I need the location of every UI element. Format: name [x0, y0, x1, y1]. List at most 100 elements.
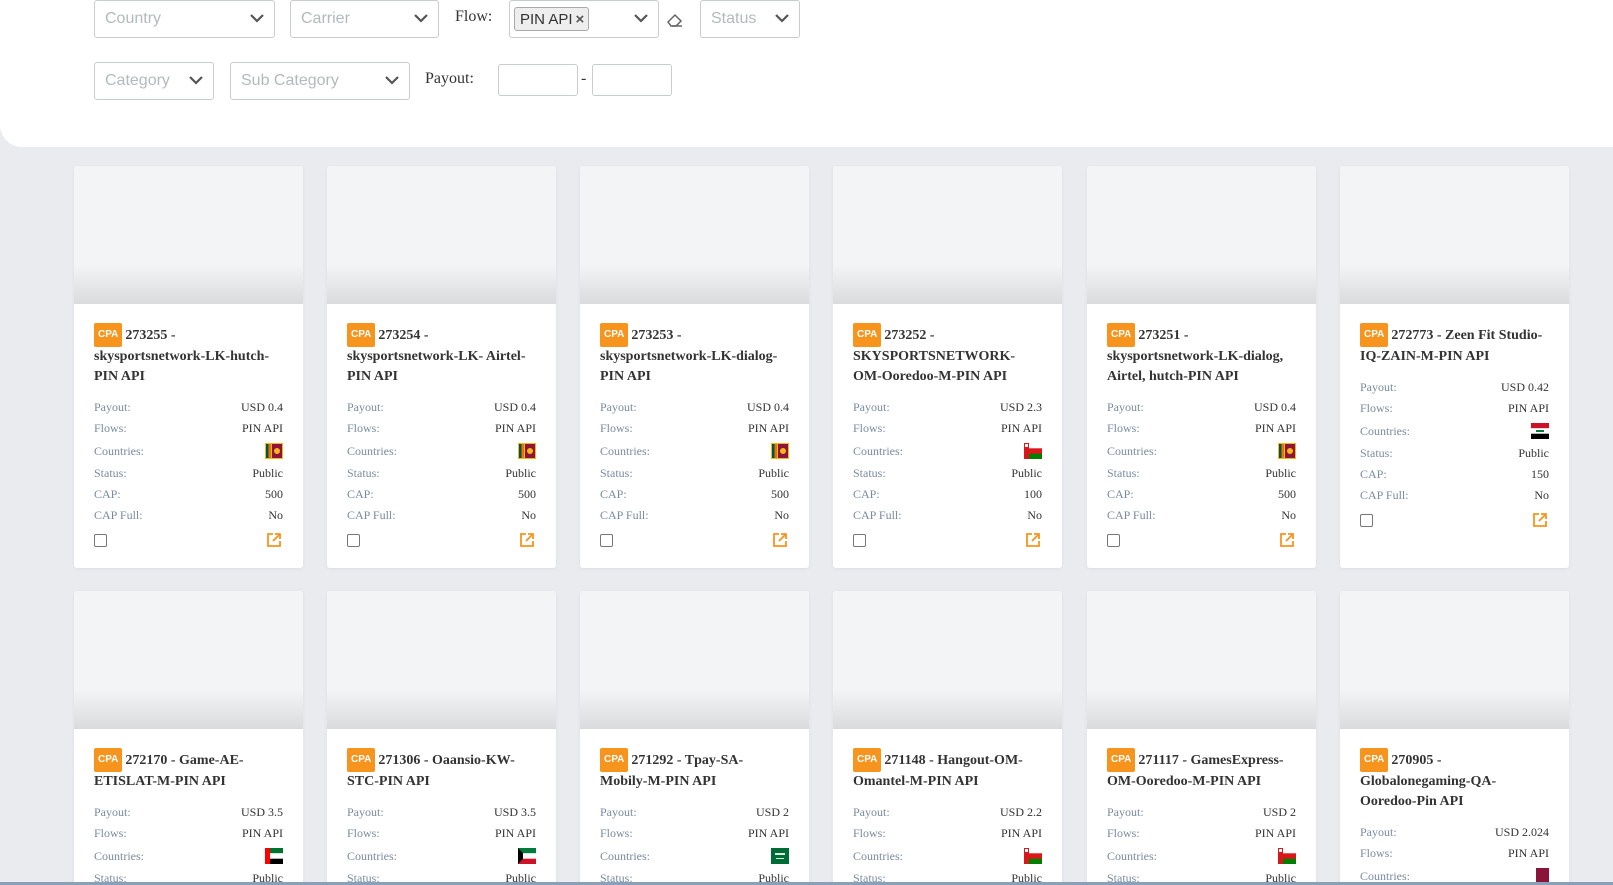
offer-row-value: PIN API [747, 826, 789, 840]
chevron-down-icon [414, 14, 428, 23]
offer-details: Payout: USD 2.3 Flows: PIN API Countries: Sta… [853, 397, 1042, 526]
offer-row-value: 500 [518, 487, 536, 501]
offer-title[interactable]: CPA 272773 - Zeen Fit Studio-IQ-ZAIN-M-PI… [1360, 323, 1549, 367]
offer-body: CPA 273252 - SKYSPORTSNETWORK-OM-Ooredoo-… [833, 304, 1062, 550]
uae-flag [265, 848, 283, 864]
offer-row-value: USD 0.4 [746, 400, 789, 414]
offer-thumbnail [1087, 591, 1316, 729]
offer-row-countries: Countries: [1107, 439, 1296, 463]
subcategory-select-placeholder: Sub Category [241, 72, 339, 89]
offer-row-label: CAP: [1360, 467, 1387, 481]
chevron-down-icon [775, 14, 789, 23]
offer-title[interactable]: CPA 273253 - skysportsnetwork-LK-dialog-P… [600, 323, 789, 387]
offer-title[interactable]: CPA 272170 - Game-AE-ETISLAT-M-PIN API [94, 748, 283, 792]
offer-row-status: Status: Public [853, 463, 1042, 484]
external-link-icon[interactable] [1024, 531, 1042, 549]
offer-row-cap-full: CAP Full: No [1107, 505, 1296, 526]
eraser-icon[interactable] [665, 9, 685, 29]
offer-card[interactable]: CPA 270905 - Globalonegaming-QA-Ooredoo-P… [1340, 591, 1569, 885]
offer-title[interactable]: CPA 273254 - skysportsnetwork-LK- Airtel-… [347, 323, 536, 387]
offer-row-label: Flows: [1107, 826, 1140, 840]
chevron-down-icon [385, 76, 399, 85]
offer-row-value: USD 0.4 [240, 400, 283, 414]
offer-title[interactable]: CPA 271148 - Hangout-OM-Omantel-M-PIN API [853, 748, 1042, 792]
offer-card[interactable]: CPA 272170 - Game-AE-ETISLAT-M-PIN API Pay… [74, 591, 303, 885]
offer-card[interactable]: CPA 271292 - Tpay-SA-Mobily-M-PIN API Payo… [580, 591, 809, 885]
offer-row-label: Flows: [347, 826, 380, 840]
offer-row-cap-full: CAP Full: No [347, 505, 536, 526]
select-checkbox[interactable] [1107, 533, 1120, 547]
offer-thumbnail [74, 166, 303, 304]
carrier-select[interactable]: Carrier [290, 0, 439, 38]
offer-row-value: No [1534, 488, 1549, 502]
external-link-icon[interactable] [1278, 531, 1296, 549]
offer-title[interactable]: CPA 271117 - GamesExpress-OM-Ooredoo-M-PI… [1107, 748, 1296, 792]
remove-tag-icon[interactable]: × [576, 11, 585, 28]
offer-card[interactable]: CPA 271117 - GamesExpress-OM-Ooredoo-M-PI… [1087, 591, 1316, 885]
offer-card[interactable]: CPA 272773 - Zeen Fit Studio-IQ-ZAIN-M-PI… [1340, 166, 1569, 568]
subcategory-select[interactable]: Sub Category [230, 62, 410, 100]
offer-card[interactable]: CPA 273251 - skysportsnetwork-LK-dialog, … [1087, 166, 1316, 568]
offer-row-label: Countries: [600, 443, 650, 458]
offer-row-value: PIN API [241, 421, 283, 435]
offer-row-value: Public [1265, 466, 1296, 480]
offer-title[interactable]: CPA 270905 - Globalonegaming-QA-Ooredoo-P… [1360, 748, 1549, 812]
offer-row-value: No [521, 508, 536, 522]
select-checkbox[interactable] [1360, 513, 1373, 527]
offer-thumbnail [833, 591, 1062, 729]
select-checkbox[interactable] [94, 533, 107, 547]
category-select[interactable]: Category [94, 62, 214, 100]
offer-row-value: No [774, 508, 789, 522]
select-checkbox[interactable] [600, 533, 613, 547]
offer-row-label: Status: [347, 466, 380, 480]
offer-row-label: Countries: [94, 848, 144, 863]
flow-multiselect[interactable]: PIN API × [509, 0, 659, 38]
offer-row-label: Payout: [600, 400, 637, 414]
offer-row-cap: CAP: 100 [853, 484, 1042, 505]
offer-title[interactable]: CPA 271306 - Oaansio-KW-STC-PIN API [347, 748, 536, 792]
offer-body: CPA 271292 - Tpay-SA-Mobily-M-PIN API Payo… [580, 729, 809, 885]
select-checkbox[interactable] [347, 533, 360, 547]
sri-lanka-flag [518, 443, 536, 459]
offer-row-label: Flows: [1360, 401, 1393, 415]
offer-row-payout: Payout: USD 3.5 [347, 802, 536, 823]
offer-row-cap-full: CAP Full: No [94, 505, 283, 526]
offer-row-label: Flows: [853, 826, 886, 840]
offer-row-countries: Countries: [347, 439, 536, 463]
select-checkbox[interactable] [853, 533, 866, 547]
payout-min-input[interactable] [498, 64, 578, 96]
offer-row-value: Public [252, 466, 283, 480]
external-link-icon[interactable] [518, 531, 536, 549]
offer-card[interactable]: CPA 273253 - skysportsnetwork-LK-dialog-P… [580, 166, 809, 568]
offer-card[interactable]: CPA 273255 - skysportsnetwork-LK-hutch-PI… [74, 166, 303, 568]
offer-row-value: Public [1011, 466, 1042, 480]
cpa-badge: CPA [853, 748, 882, 772]
offer-row-label: CAP Full: [347, 508, 396, 522]
offer-row-cap: CAP: 150 [1360, 464, 1549, 485]
offer-card[interactable]: CPA 273252 - SKYSPORTSNETWORK-OM-Ooredoo-… [833, 166, 1062, 568]
offer-title[interactable]: CPA 271292 - Tpay-SA-Mobily-M-PIN API [600, 748, 789, 792]
offer-details: Payout: USD 0.4 Flows: PIN API Countries: Sta… [600, 397, 789, 526]
offer-title[interactable]: CPA 273255 - skysportsnetwork-LK-hutch-PI… [94, 323, 283, 387]
country-select[interactable]: Country [94, 0, 275, 38]
external-link-icon[interactable] [1531, 511, 1549, 529]
offer-card[interactable]: CPA 271148 - Hangout-OM-Omantel-M-PIN API… [833, 591, 1062, 885]
offer-card[interactable]: CPA 273254 - skysportsnetwork-LK- Airtel-… [327, 166, 556, 568]
offer-title[interactable]: CPA 273251 - skysportsnetwork-LK-dialog, … [1107, 323, 1296, 387]
offer-row-label: Payout: [347, 805, 384, 819]
external-link-icon[interactable] [771, 531, 789, 549]
cpa-badge: CPA [94, 323, 123, 347]
offer-row-label: Payout: [1107, 400, 1144, 414]
offer-row-value: No [1281, 508, 1296, 522]
offer-row-value: USD 0.4 [1253, 400, 1296, 414]
offer-row-flows: Flows: PIN API [94, 418, 283, 439]
payout-max-input[interactable] [592, 64, 672, 96]
offer-row-label: Payout: [600, 805, 637, 819]
offer-card[interactable]: CPA 271306 - Oaansio-KW-STC-PIN API Payout… [327, 591, 556, 885]
offer-thumbnail [327, 166, 556, 304]
status-select[interactable]: Status [700, 0, 800, 38]
external-link-icon[interactable] [265, 531, 283, 549]
offer-title[interactable]: CPA 273252 - SKYSPORTSNETWORK-OM-Ooredoo-… [853, 323, 1042, 387]
offer-row-value: USD 2.2 [999, 805, 1042, 819]
offer-row-cap: CAP: 500 [94, 484, 283, 505]
